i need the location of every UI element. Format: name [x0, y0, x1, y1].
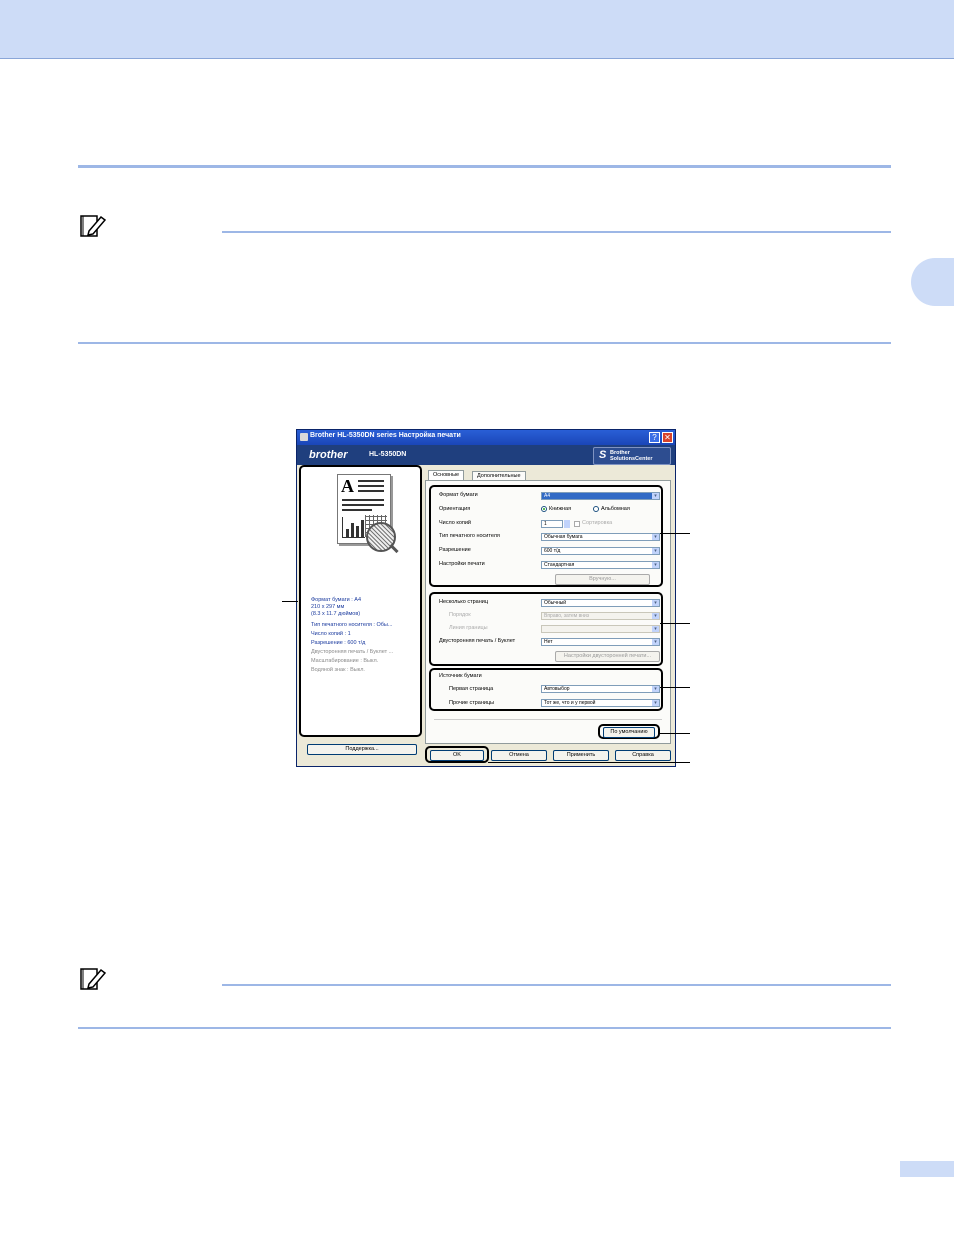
solutions-center-button[interactable]: S Brother SolutionsCenter	[593, 447, 671, 465]
paper-size-select[interactable]: A4 ▾	[541, 492, 660, 500]
paper-source-label: Источник бумаги	[439, 673, 482, 679]
other-pages-select[interactable]: Тот же, что и у первой ▾	[541, 699, 660, 707]
title-bar: Brother HL-5350DN series Настройка печат…	[297, 430, 675, 445]
header-band	[0, 0, 954, 59]
duplex-select[interactable]: Нет ▾	[541, 638, 660, 646]
chevron-down-icon: ▾	[652, 686, 659, 692]
callout-line	[660, 533, 690, 534]
chevron-down-icon: ▾	[652, 493, 659, 499]
ok-button-highlight: OK	[425, 746, 489, 763]
collate-checkbox[interactable]	[574, 521, 580, 527]
preview-resolution: Разрешение : 600 т/д	[311, 640, 366, 646]
basic-tab-panel: Формат бумаги A4 ▾ Ориентация Книжная Аль…	[425, 480, 671, 744]
section-rule	[78, 165, 891, 168]
resolution-label: Разрешение	[439, 547, 471, 553]
chevron-down-icon: ▾	[652, 548, 659, 554]
landscape-label: Альбомная	[601, 506, 630, 512]
callout-line	[488, 762, 690, 763]
print-settings-label: Настройки печати	[439, 561, 485, 567]
copies-spinner[interactable]	[564, 520, 570, 528]
callout-line	[282, 601, 298, 602]
note-end-rule	[78, 342, 891, 344]
solutions-center-line2: SolutionsCenter	[610, 456, 653, 462]
solutions-center-icon: S	[599, 449, 607, 461]
default-button-highlight: По умолчанию	[598, 724, 660, 739]
paper-size-label: Формат бумаги	[439, 492, 478, 498]
duplex-settings-button[interactable]: Настройки двусторонней печати...	[555, 651, 660, 662]
copies-input[interactable]: 1	[541, 520, 563, 528]
manual-settings-button[interactable]: Вручную...	[555, 574, 650, 585]
note-rule	[222, 984, 891, 986]
border-line-label: Линия границы	[449, 625, 488, 631]
portrait-label: Книжная	[549, 506, 572, 512]
cancel-button[interactable]: Отмена	[491, 750, 547, 761]
help-button[interactable]: Справка	[615, 750, 671, 761]
multiple-page-label: Несколько страниц	[439, 599, 488, 605]
preview-scaling: Масштабирование : Выкл.	[311, 658, 379, 664]
tab-basic[interactable]: Основные	[428, 470, 465, 480]
chevron-down-icon: ▾	[652, 562, 659, 568]
first-page-label: Первая страница	[449, 686, 494, 692]
paper-source-group: Источник бумаги Первая страница Автовыбо…	[429, 668, 663, 711]
orientation-label: Ориентация	[439, 506, 471, 512]
other-pages-label: Прочие страницы	[449, 700, 495, 706]
resolution-select[interactable]: 600 т/д ▾	[541, 547, 660, 555]
print-settings-select[interactable]: Стандартная ▾	[541, 561, 660, 569]
border-line-select[interactable]: ▾	[541, 625, 660, 633]
printer-icon	[300, 433, 308, 441]
note-icon	[80, 968, 107, 990]
note-icon	[80, 215, 107, 237]
duplex-label: Двусторонняя печать / Буклет	[439, 638, 516, 644]
paper-settings-group: Формат бумаги A4 ▾ Ориентация Книжная Аль…	[429, 485, 663, 587]
support-button[interactable]: Поддержка...	[307, 744, 417, 755]
preview-watermark: Водяной знак : Выкл.	[311, 667, 365, 673]
preview-copies: Число копий : 1	[311, 631, 351, 637]
apply-button[interactable]: Применить	[553, 750, 609, 761]
help-title-button[interactable]: ?	[649, 432, 660, 443]
brother-logo: brother	[309, 449, 348, 461]
model-name: HL-5350DN	[369, 451, 407, 458]
callout-line	[660, 623, 690, 624]
media-type-select[interactable]: Обычная бумага ▾	[541, 533, 660, 541]
preview-media-type: Тип печатного носителя : Обы...	[311, 622, 393, 628]
copies-label: Число копий	[439, 520, 471, 526]
layout-group: Несколько страниц Обычный ▾ Порядок Вправ…	[429, 592, 663, 666]
first-page-select[interactable]: Автовыбор ▾	[541, 685, 660, 693]
note-rule	[222, 231, 891, 233]
chevron-down-icon: ▾	[652, 639, 659, 645]
close-button[interactable]: ✕	[662, 432, 673, 443]
preview-duplex: Двусторонняя печать / Буклет ...	[311, 649, 394, 655]
default-button[interactable]: По умолчанию	[603, 727, 655, 738]
printing-preferences-dialog: Brother HL-5350DN series Настройка печат…	[296, 429, 676, 767]
preview-paper-inch: (8.3 x 11.7 дюймов)	[311, 611, 361, 617]
media-type-label: Тип печатного носителя	[439, 533, 500, 539]
chapter-tab	[911, 258, 954, 306]
preview-paper-mm: 210 x 297 мм	[311, 604, 345, 610]
settings-preview-panel: A Формат бумаги : A4 210 x 297 мм (8.3 x…	[299, 465, 422, 737]
note-end-rule	[78, 1027, 891, 1029]
callout-line	[660, 733, 690, 734]
chevron-down-icon: ▾	[652, 613, 659, 619]
callout-line	[660, 687, 690, 688]
landscape-radio[interactable]	[593, 506, 599, 512]
ok-button[interactable]: OK	[430, 750, 484, 761]
page-order-label: Порядок	[449, 612, 471, 618]
chevron-down-icon: ▾	[652, 700, 659, 706]
chevron-down-icon: ▾	[652, 600, 659, 606]
collate-label: Сортировка	[582, 520, 613, 526]
portrait-radio[interactable]	[541, 506, 547, 512]
multiple-page-select[interactable]: Обычный ▾	[541, 599, 660, 607]
dialog-title: Brother HL-5350DN series Настройка печат…	[310, 432, 461, 439]
page-number-tab	[900, 1161, 954, 1177]
preview-paper-size: Формат бумаги : A4	[311, 597, 362, 603]
chevron-down-icon: ▾	[652, 534, 659, 540]
page-order-select[interactable]: Вправо, затем вниз ▾	[541, 612, 660, 620]
chevron-down-icon: ▾	[652, 626, 659, 632]
brand-bar: brother HL-5350DN S Brother SolutionsCen…	[297, 445, 675, 465]
